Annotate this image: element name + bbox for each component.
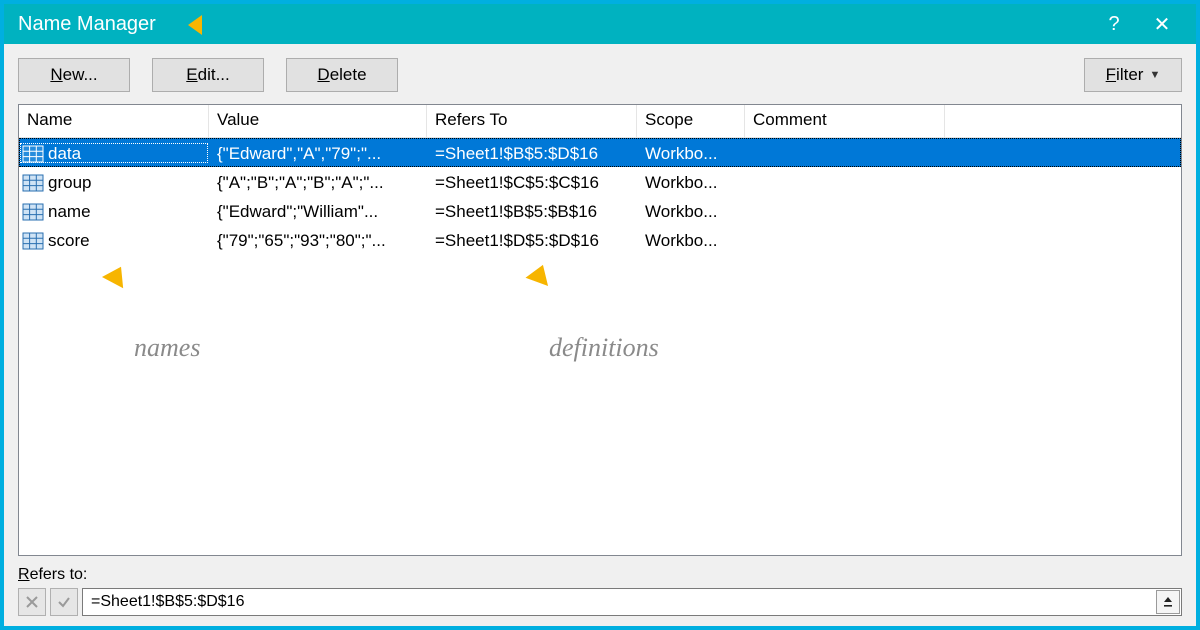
row-value: {"Edward","A","79";"... bbox=[209, 142, 427, 164]
row-scope: Workbo... bbox=[637, 142, 745, 164]
filter-button[interactable]: Filter ▼ bbox=[1084, 58, 1182, 92]
range-icon bbox=[22, 232, 44, 250]
row-value: {"Edward";"William"... bbox=[209, 200, 427, 222]
collapse-dialog-button[interactable] bbox=[1156, 590, 1180, 614]
range-icon bbox=[22, 174, 44, 192]
col-comment[interactable]: Comment bbox=[745, 105, 945, 137]
table-row[interactable]: name {"Edward";"William"...=Sheet1!$B$5:$… bbox=[19, 196, 1181, 225]
range-icon bbox=[22, 203, 44, 221]
window-title: Name Manager bbox=[18, 13, 156, 36]
row-scope: Workbo... bbox=[637, 200, 745, 222]
row-scope: Workbo... bbox=[637, 171, 745, 193]
help-icon: ? bbox=[1108, 13, 1119, 36]
row-refers-to: =Sheet1!$B$5:$B$16 bbox=[427, 200, 637, 222]
new-button[interactable]: New... bbox=[18, 58, 130, 92]
row-comment bbox=[745, 152, 945, 154]
column-headers[interactable]: Name Value Refers To Scope Comment bbox=[19, 105, 1181, 138]
annotation-names: names bbox=[134, 333, 200, 363]
row-comment bbox=[745, 239, 945, 241]
refers-to-section: Refers to: bbox=[18, 566, 1182, 616]
check-icon bbox=[56, 594, 72, 610]
delete-button[interactable]: Delete bbox=[286, 58, 398, 92]
table-row[interactable]: score {"79";"65";"93";"80";"...=Sheet1!$D… bbox=[19, 225, 1181, 254]
row-refers-to: =Sheet1!$C$5:$C$16 bbox=[427, 171, 637, 193]
row-value: {"A";"B";"A";"B";"A";"... bbox=[209, 171, 427, 193]
confirm-edit-button[interactable] bbox=[50, 588, 78, 616]
name-manager-dialog: Name Manager ? ✕ New... Edit... Delete F… bbox=[4, 4, 1196, 626]
row-comment bbox=[745, 181, 945, 183]
row-refers-to: =Sheet1!$B$5:$D$16 bbox=[427, 142, 637, 164]
table-row[interactable]: group {"A";"B";"A";"B";"A";"...=Sheet1!$C… bbox=[19, 167, 1181, 196]
row-value: {"79";"65";"93";"80";"... bbox=[209, 229, 427, 251]
cancel-edit-button[interactable] bbox=[18, 588, 46, 616]
range-icon bbox=[22, 145, 44, 163]
client-area: New... Edit... Delete Filter ▼ Name Valu… bbox=[4, 44, 1196, 626]
refers-to-label: Refers to: bbox=[18, 566, 1182, 584]
row-name: score bbox=[48, 231, 90, 251]
row-comment bbox=[745, 210, 945, 212]
close-icon: ✕ bbox=[1154, 12, 1171, 37]
names-list[interactable]: Name Value Refers To Scope Comment data {… bbox=[18, 104, 1182, 556]
annotation-definitions: definitions bbox=[549, 333, 659, 363]
col-value[interactable]: Value bbox=[209, 105, 427, 137]
table-row[interactable]: data {"Edward","A","79";"...=Sheet1!$B$5:… bbox=[19, 138, 1181, 167]
x-icon bbox=[24, 594, 40, 610]
help-button[interactable]: ? bbox=[1090, 4, 1138, 44]
col-refers-to[interactable]: Refers To bbox=[427, 105, 637, 137]
col-scope[interactable]: Scope bbox=[637, 105, 745, 137]
refers-to-input[interactable] bbox=[82, 588, 1182, 616]
row-name: data bbox=[48, 144, 81, 164]
row-refers-to: =Sheet1!$D$5:$D$16 bbox=[427, 229, 637, 251]
col-name[interactable]: Name bbox=[19, 105, 209, 137]
chevron-down-icon: ▼ bbox=[1149, 69, 1160, 81]
row-name: name bbox=[48, 202, 91, 222]
close-button[interactable]: ✕ bbox=[1138, 4, 1186, 44]
row-name: group bbox=[48, 173, 91, 193]
edit-button[interactable]: Edit... bbox=[152, 58, 264, 92]
collapse-icon bbox=[1161, 595, 1175, 609]
row-scope: Workbo... bbox=[637, 229, 745, 251]
toolbar: New... Edit... Delete Filter ▼ bbox=[18, 58, 1182, 92]
titlebar: Name Manager ? ✕ bbox=[4, 4, 1196, 44]
